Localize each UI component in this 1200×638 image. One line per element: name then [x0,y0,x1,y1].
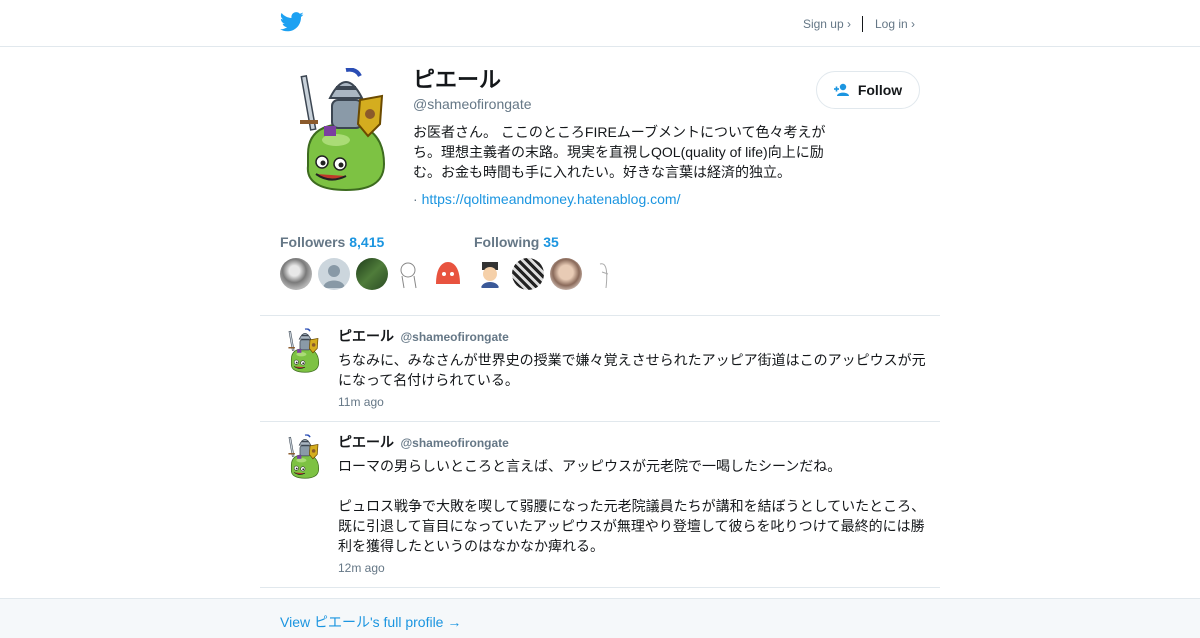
tweet-author-name[interactable]: ピエール [338,328,394,344]
followers-section: Followers 8,415 [280,234,470,290]
login-link[interactable]: Log in › [875,17,915,31]
profile-website-link[interactable]: https://qoltimeandmoney.hatenablog.com/ [422,191,681,207]
follower-avatar[interactable] [318,258,350,290]
tweet-header: ピエール @shameofirongate [338,326,928,346]
signup-link[interactable]: Sign up › [803,17,851,31]
tweet-list: ピエール @shameofirongate ちなみに、みなさんが世界史の授業で嫌… [260,315,940,588]
following-section: Following 35 [474,234,626,290]
tweet-timestamp[interactable]: 11m ago [338,395,928,409]
profile-bio: お医者さん。 ここのところFIREムーブメントについて色々考えがち。理想主義者の… [413,124,826,180]
follow-button[interactable]: Follow [816,71,920,109]
following-avatar[interactable] [588,258,620,290]
following-avatar[interactable] [512,258,544,290]
tweet-avatar[interactable] [287,432,323,482]
following-avatar[interactable] [474,258,506,290]
followers-heading[interactable]: Followers 8,415 [280,234,470,250]
divider [861,16,863,32]
followers-count: 8,415 [349,234,385,250]
follow-label: Follow [857,82,903,98]
following-avatars [474,258,626,290]
full-profile-link[interactable]: View ピエール's full profile → [280,612,461,632]
tweet-timestamp[interactable]: 12m ago [338,561,928,575]
profile-link-row: · https://qoltimeandmoney.hatenablog.com… [413,191,833,207]
tweet-author-handle[interactable]: @shameofirongate [400,330,508,344]
top-bar: Sign up › Log in › [0,0,1200,47]
profile-avatar[interactable] [296,68,396,194]
tweet-text: ローマの男らしいところと言えば、アッピウスが元老院で一喝したシーンだね。 ピュロ… [338,458,926,554]
tweet-header: ピエール @shameofirongate [338,432,928,452]
tweet-text: ちなみに、みなさんが世界史の授業で嫌々覚えさせられたアッピア街道はこのアッピウス… [338,352,926,388]
follower-avatar[interactable] [394,258,426,290]
profile-info: ピエール @shameofirongate お医者さん。 ここのところFIREム… [413,66,833,207]
follower-avatar[interactable] [432,258,464,290]
add-user-icon [833,83,849,96]
profile-handle: @shameofirongate [413,96,532,112]
link-prefix: · [413,191,418,207]
followers-avatars [280,258,470,290]
following-label: Following [474,234,540,250]
profile-name: ピエール [413,67,502,92]
tweet-avatar[interactable] [287,326,323,376]
following-avatar[interactable] [550,258,582,290]
tweet-author-name[interactable]: ピエール [338,434,394,450]
twitter-bird-icon[interactable] [280,11,304,33]
followers-label: Followers [280,234,346,250]
footer-bar: View ピエール's full profile → [0,598,1200,638]
tweet[interactable]: ピエール @shameofirongate ローマの男らしいところと言えば、アッ… [260,422,940,588]
follower-avatar[interactable] [356,258,388,290]
top-links: Sign up › Log in › [803,16,915,32]
following-count: 35 [543,234,559,250]
following-heading[interactable]: Following 35 [474,234,626,250]
tweet[interactable]: ピエール @shameofirongate ちなみに、みなさんが世界史の授業で嫌… [260,316,940,422]
tweet-author-handle[interactable]: @shameofirongate [400,436,508,450]
follower-avatar[interactable] [280,258,312,290]
